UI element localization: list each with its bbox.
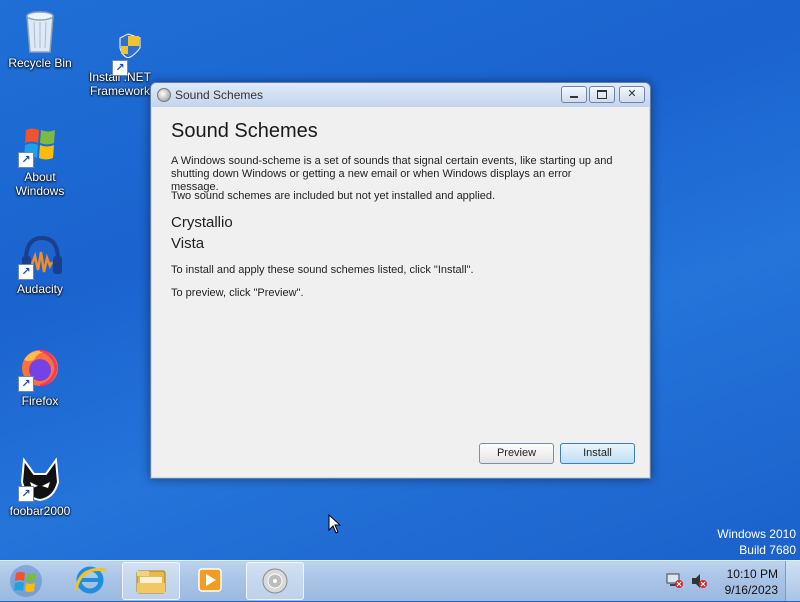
taskbar-item-file-explorer[interactable] <box>122 562 180 600</box>
sound-schemes-app-icon <box>262 568 288 594</box>
clock-time: 10:10 PM <box>726 567 778 581</box>
taskbar-item-media-player[interactable] <box>182 562 238 598</box>
internet-explorer-icon <box>74 566 107 594</box>
preview-button[interactable]: Preview <box>479 443 554 464</box>
windows-logo-icon: ↗ <box>18 122 62 168</box>
media-player-icon <box>198 568 222 592</box>
build-watermark: Windows 2010 Build 7680 <box>717 526 796 558</box>
desktop-icon-install-dotnet[interactable]: .NET ↗ Install .NET Framework <box>82 22 158 98</box>
install-button[interactable]: Install <box>560 443 635 464</box>
audacity-icon: ↗ <box>18 234 62 280</box>
show-desktop-button[interactable] <box>785 561 800 601</box>
start-button[interactable] <box>6 563 46 599</box>
desktop-icon-label: Audacity <box>16 282 64 296</box>
dialog-titlebar[interactable]: Sound Schemes ✕ <box>151 83 650 107</box>
taskbar-clock[interactable]: 10:10 PM 9/16/2023 <box>725 566 778 598</box>
included-note: Two sound schemes are included but not y… <box>171 190 496 202</box>
shortcut-arrow-icon: ↗ <box>18 264 34 280</box>
watermark-build: Build 7680 <box>739 543 796 557</box>
clock-date: 9/16/2023 <box>724 583 778 597</box>
app-icon <box>157 88 171 102</box>
taskbar: 10:10 PM 9/16/2023 <box>0 560 800 601</box>
window-title: Sound Schemes <box>175 88 264 102</box>
network-icon[interactable] <box>666 573 684 592</box>
shortcut-arrow-icon: ↗ <box>18 486 34 502</box>
windows-start-icon <box>10 565 42 597</box>
dotnet-installer-icon: .NET ↗ <box>98 22 142 76</box>
taskbar-item-internet-explorer[interactable] <box>62 562 118 598</box>
maximize-button[interactable] <box>589 86 615 103</box>
install-instruction: To install and apply these sound schemes… <box>171 264 474 276</box>
shortcut-arrow-icon: ↗ <box>18 152 34 168</box>
taskbar-item-sound-schemes[interactable] <box>246 562 304 600</box>
scheme-item-crystallio: Crystallio <box>171 214 233 231</box>
watermark-edition: Windows 2010 <box>717 527 796 541</box>
sound-schemes-dialog: Sound Schemes ✕ Sound Schemes A Windows … <box>150 82 651 479</box>
dialog-body: Sound Schemes A Windows sound-scheme is … <box>152 107 649 477</box>
minimize-button[interactable] <box>561 86 587 103</box>
desktop-icon-label: About Windows <box>15 170 65 198</box>
file-explorer-icon <box>136 570 166 594</box>
desktop-icon-foobar2000[interactable]: ↗ foobar2000 <box>2 456 78 518</box>
preview-instruction: To preview, click "Preview". <box>171 287 304 299</box>
firefox-icon: ↗ <box>18 346 62 392</box>
shortcut-arrow-icon: ↗ <box>112 60 128 76</box>
recycle-bin-icon <box>18 8 62 53</box>
desktop-icon-firefox[interactable]: ↗ Firefox <box>2 346 78 408</box>
desktop-icon-label: Recycle Bin <box>8 56 72 70</box>
description-text: A Windows sound-scheme is a set of sound… <box>171 155 613 193</box>
desktop-icon-recycle-bin[interactable]: Recycle Bin <box>2 8 78 70</box>
page-title: Sound Schemes <box>171 120 318 142</box>
foobar2000-icon: ↗ <box>18 456 62 502</box>
scheme-item-vista: Vista <box>171 235 205 252</box>
desktop-icon-label: Firefox <box>21 394 59 408</box>
desktop-icon-label: foobar2000 <box>9 504 71 518</box>
svg-text:.NET: .NET <box>118 23 137 32</box>
close-icon: ✕ <box>627 87 637 100</box>
close-button[interactable]: ✕ <box>619 86 645 103</box>
desktop-icon-audacity[interactable]: ↗ Audacity <box>2 234 78 296</box>
desktop-icon-about-windows[interactable]: ↗ About Windows <box>2 122 78 198</box>
volume-muted-icon[interactable] <box>690 573 708 592</box>
shortcut-arrow-icon: ↗ <box>18 376 34 392</box>
